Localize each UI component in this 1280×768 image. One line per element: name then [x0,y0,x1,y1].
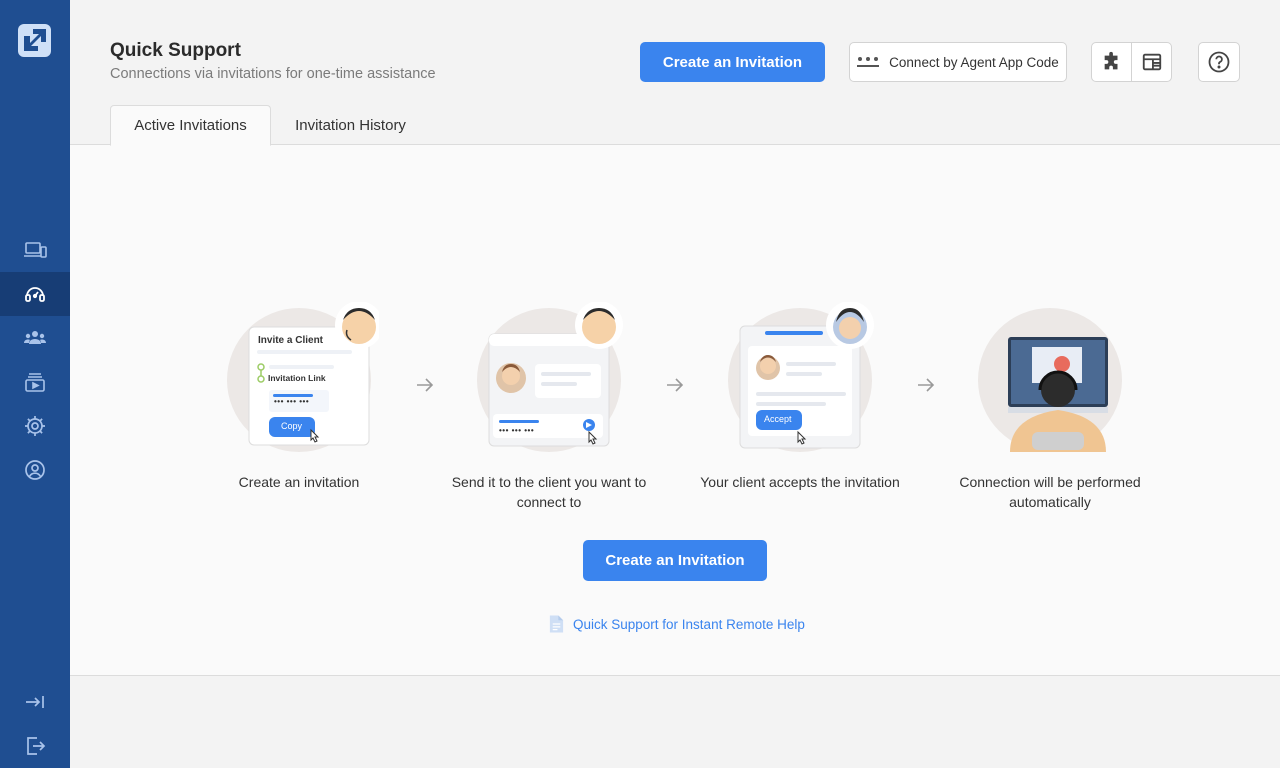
card-copy-button: Copy [281,421,303,431]
nav-collapse[interactable] [0,680,70,724]
card-link-label: Invitation Link [268,373,326,383]
page-subtitle: Connections via invitations for one-time… [110,66,436,82]
settings-icon [25,416,45,436]
nav-devices[interactable] [0,228,70,272]
nav-users[interactable] [0,316,70,360]
card-accept-button: Accept [764,414,792,424]
arrow-right-icon [918,378,935,392]
app-logo[interactable] [18,24,51,57]
accept-invitation-illustration: Accept [720,301,880,462]
document-icon [549,615,564,633]
create-invitation-button[interactable]: Create an Invitation [640,42,825,82]
users-icon [24,331,46,344]
account-icon [25,460,45,480]
collapse-icon [26,696,44,708]
layout-icon [1142,53,1161,71]
connect-agent-code-label: Connect by Agent App Code [889,54,1059,70]
arrow-right-icon [417,378,434,392]
layout-button[interactable] [1131,42,1172,82]
page-header: Quick Support Connections via invitation… [70,0,1280,146]
tab-invitation-history[interactable]: Invitation History [271,105,430,145]
step-label: Send it to the client you want to connec… [451,474,647,510]
code-dots-icon [857,55,880,69]
logout-icon [27,737,46,755]
step-label: Your client accepts the invitation [700,474,900,490]
create-invitation-illustration: Invite a Client Invitation Link ••• ••• … [219,301,383,462]
help-icon [1208,51,1230,73]
nav-sessions[interactable] [0,360,70,404]
create-invitation-main-button[interactable]: Create an Invitation [583,540,767,581]
devices-icon [24,242,47,258]
tab-active-invitations[interactable]: Active Invitations [110,105,271,146]
puzzle-icon [1104,51,1117,70]
extensions-button[interactable] [1091,42,1132,82]
quick-support-doc-link[interactable]: Quick Support for Instant Remote Help [548,614,805,634]
doc-link-label: Quick Support for Instant Remote Help [573,616,805,632]
card-code: ••• ••• ••• [274,397,310,406]
step-create: Invite a Client Invitation Link ••• ••• … [189,301,409,492]
help-button[interactable] [1198,42,1240,82]
card-code: ••• ••• ••• [499,426,535,435]
page-title: Quick Support [110,40,241,61]
nav-settings[interactable] [0,404,70,448]
nav-logout[interactable] [0,724,70,768]
card-title: Invite a Client [258,335,324,346]
send-invitation-illustration: ••• ••• ••• [469,301,629,462]
quick-support-icon [25,287,45,302]
step-connection: Connection will be performed automatical… [940,302,1160,512]
main-content: Invite a Client Invitation Link ••• ••• … [70,145,1280,676]
connect-agent-code-button[interactable]: Connect by Agent App Code [849,42,1067,82]
step-accept: Accept Your client accepts the invitatio… [690,301,910,492]
step-send: ••• ••• ••• Send it to the client you wa… [439,301,659,512]
sidebar [0,0,70,768]
arrow-right-icon [667,378,684,392]
step-label: Connection will be performed automatical… [959,474,1141,510]
nav-quick-support[interactable] [0,272,70,316]
nav-account[interactable] [0,448,70,492]
sessions-icon [25,373,45,392]
step-label: Create an invitation [238,474,360,490]
connection-illustration [970,302,1130,462]
